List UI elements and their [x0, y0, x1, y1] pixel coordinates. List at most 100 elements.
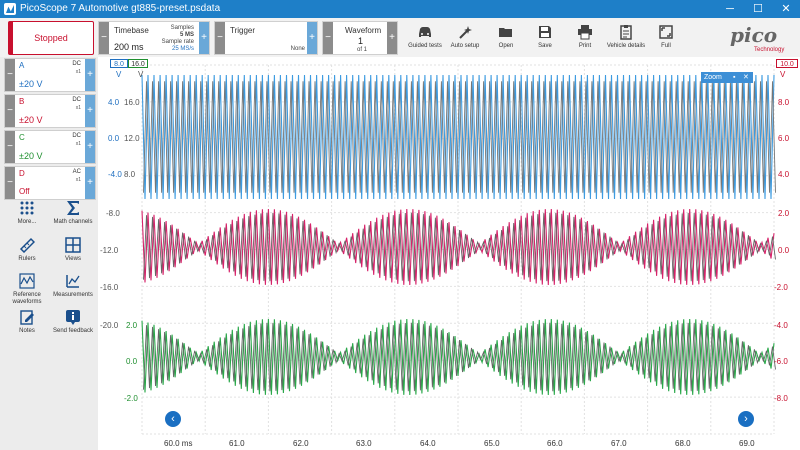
waveform-count: of 1 [356, 47, 367, 53]
channel-a-range[interactable]: ±20 V [19, 79, 42, 89]
axis-label-b-bottom: -16.0 [100, 283, 119, 292]
sample-rate-value[interactable]: 25 MS/s [154, 46, 194, 52]
channel-d-increase-button[interactable]: + [85, 167, 95, 199]
math-channels-label: Math channels [53, 219, 93, 225]
channel-a-control[interactable]: − A DC x1 ±20 V + [4, 58, 96, 92]
channel-c-increase-button[interactable]: + [85, 131, 95, 163]
scope-graph[interactable]: 4.0 0.0 -4.0 16.0 12.0 8.0 -8.0 -12.0 -1… [98, 57, 800, 450]
scroll-left-button[interactable]: ‹ [165, 411, 181, 427]
axis-label-a-top: 4.0 [108, 98, 120, 107]
pico-logo: pico Technology [718, 23, 798, 53]
trigger-label: Trigger [230, 26, 256, 35]
zoom-window-icon[interactable]: ▪ [733, 72, 735, 83]
channel-b-axis: -8.0 -12.0 -16.0 [100, 209, 120, 292]
axis-label-b-top: -8.0 [106, 209, 120, 218]
right-axis-label-1: 6.0 [778, 134, 790, 143]
measurements-button[interactable]: Measurements [50, 273, 96, 307]
clipboard-icon [620, 25, 632, 40]
waveform-control: − Waveform 1 of 1 + [322, 21, 398, 55]
channel-b-control[interactable]: − B DC x1 ±20 V + [4, 94, 96, 128]
notes-button[interactable]: Notes [4, 309, 50, 343]
time-label-4: 64.0 [420, 439, 436, 448]
send-feedback-button[interactable]: Send feedback [50, 309, 96, 343]
time-label-0: 60.0 ms [164, 439, 192, 448]
title-bar: PicoScope 7 Automotive gt885-preset.psda… [0, 0, 800, 18]
channel-d-decrease-button[interactable]: − [5, 167, 15, 199]
channel-a-waveform [141, 74, 776, 200]
right-axis-label-7: -6.0 [774, 357, 788, 366]
right-axis-label-8: -8.0 [774, 394, 788, 403]
trigger-value[interactable]: None [275, 46, 305, 52]
run-state-label: Stopped [34, 33, 68, 43]
axis-label-c-mid: 0.0 [126, 357, 138, 366]
zoom-overview-popup[interactable]: Zoom ▪ ✕ [701, 72, 753, 83]
unit-label-b: V [780, 70, 786, 79]
axis-label-a-mid: 0.0 [108, 134, 120, 143]
trigger-decrease-button[interactable]: − [215, 22, 225, 54]
channel-d-range[interactable]: Off [19, 187, 30, 196]
right-axis-label-2: 4.0 [778, 170, 790, 179]
time-label-2: 62.0 [293, 439, 309, 448]
channel-c-control[interactable]: − C DC x1 ±20 V + [4, 130, 96, 164]
full-screen-label: Full [661, 43, 671, 49]
channel-b-range[interactable]: ±20 V [19, 115, 42, 125]
full-screen-button[interactable]: Full [643, 21, 689, 55]
wand-icon [459, 26, 472, 39]
trigger-control: − Trigger None + [214, 21, 318, 55]
channel-d-probe: x1 [75, 177, 81, 183]
scope-view[interactable]: 4.0 0.0 -4.0 16.0 12.0 8.0 -8.0 -12.0 -1… [98, 57, 800, 450]
ruler-icon [19, 237, 35, 253]
reference-waveform-icon [19, 273, 35, 289]
axis-label-c-top: 2.0 [126, 321, 138, 330]
timebase-value[interactable]: 200 ms [114, 42, 144, 52]
channel-a-coupling: DC [72, 61, 81, 67]
right-axis-label-3: 2.0 [778, 209, 790, 218]
reference-waveforms-button[interactable]: Reference waveforms [4, 273, 50, 307]
maximize-button[interactable]: ☐ [744, 0, 772, 18]
run-stop-button[interactable]: Stopped [8, 21, 94, 55]
timebase-decrease-button[interactable]: − [99, 22, 109, 54]
samples-value[interactable]: 5 MS [159, 32, 194, 38]
channel-c-coupling: DC [72, 133, 81, 139]
auto-setup-button[interactable]: Auto setup [442, 21, 488, 55]
channel-a-increase-button[interactable]: + [85, 59, 95, 91]
trigger-increase-button[interactable]: + [307, 22, 317, 54]
channel-b-increase-button[interactable]: + [85, 95, 95, 127]
math-channels-button[interactable]: Math channels [50, 200, 96, 234]
timebase-control: − Timebase 200 ms Samples 5 MS Sample ra… [98, 21, 210, 55]
axis-label-a2-mid: 12.0 [124, 134, 140, 143]
notes-label: Notes [19, 328, 35, 334]
close-button[interactable]: ✕ [772, 0, 800, 18]
right-axis-label-5: -2.0 [774, 283, 788, 292]
channel-a-scale-tab[interactable]: 8.0 [110, 59, 128, 68]
waveform-number[interactable]: 1 [358, 36, 363, 46]
waveform-previous-button[interactable]: − [323, 22, 333, 54]
right-axis-label-0: 8.0 [778, 98, 790, 107]
axis-label-b-mid: -12.0 [100, 246, 119, 255]
zoom-close-icon[interactable]: ✕ [743, 72, 749, 83]
views-button[interactable]: Views [50, 237, 96, 271]
logo-brand: pico [730, 23, 778, 47]
scroll-right-button[interactable]: › [738, 411, 754, 427]
channel-d-control[interactable]: − D AC x1 Off + [4, 166, 96, 200]
logo-sub: Technology [754, 47, 785, 53]
timebase-increase-button[interactable]: + [199, 22, 209, 54]
channel-c-decrease-button[interactable]: − [5, 131, 15, 163]
channel-c-scale-tab[interactable]: 16.0 [128, 59, 148, 68]
channel-c-range[interactable]: ±20 V [19, 151, 42, 161]
views-grid-icon [65, 237, 81, 253]
samples-label: Samples [170, 25, 194, 31]
timebase-label: Timebase [114, 26, 149, 35]
print-button[interactable]: Print [562, 21, 608, 55]
channel-a-axis: 4.0 0.0 -4.0 16.0 12.0 8.0 [108, 98, 140, 179]
channel-b-decrease-button[interactable]: − [5, 95, 15, 127]
channel-b-scale-tab[interactable]: 10.0 [776, 59, 798, 68]
time-label-5: 65.0 [484, 439, 500, 448]
channel-a-decrease-button[interactable]: − [5, 59, 15, 91]
rulers-button[interactable]: Rulers [4, 237, 50, 271]
minimize-button[interactable]: ─ [716, 0, 744, 18]
right-axis-label-4: 0.0 [778, 246, 790, 255]
more-label: More... [17, 219, 37, 225]
more-button[interactable]: More... [4, 200, 50, 234]
waveform-next-button[interactable]: + [387, 22, 397, 54]
